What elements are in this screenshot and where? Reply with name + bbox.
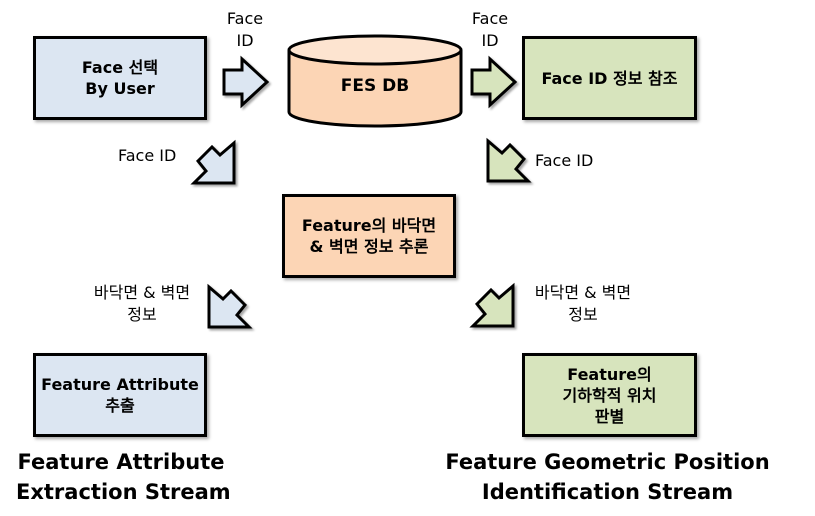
label-face-id-mid-right: Face ID [535,150,593,172]
arrow-right-to-ref [470,55,518,109]
geo-position-line-3: 판별 [594,406,625,426]
face-select-line-1: Face 선택 [81,58,159,77]
label-face-id-mid-left: Face ID [118,145,176,167]
stream-title-line: Feature Geometric Position [445,450,770,474]
attr-extract-line-2: 추출 [105,396,135,415]
infer-line-1: Feature의 바닥면 [301,216,437,235]
arrow-down-left-shape [486,137,532,183]
label-line: 정보 [568,305,598,324]
stream-title-line: Extraction Stream [16,480,231,504]
stream-title-right: Feature Geometric Position Identificatio… [440,447,775,507]
label-floor-wall-right: 바닥면 & 벽면 정보 [523,282,643,326]
label-line: ID [481,31,499,50]
arrow-down-left-to-infer [486,137,532,183]
label-line: Face ID [118,146,177,165]
stream-title-left: Feature Attribute Extraction Stream [16,447,231,507]
label-line: 바닥면 & 벽면 [534,283,632,302]
face-id-ref-line-1: Face ID 정보 참조 [541,68,678,88]
geo-position-box: Feature의 기하학적 위치 판별 [522,353,697,437]
stream-title-line: Feature Attribute [17,450,225,474]
infer-line-2: & 벽면 정보 추론 [309,237,429,256]
label-line: Face [471,9,509,28]
attr-extract-box: Feature Attribute 추출 [33,353,207,437]
face-id-ref-box: Face ID 정보 참조 [522,36,697,120]
arrow-down-left-attr-shape [207,283,253,329]
label-line: Face ID [535,151,594,170]
label-floor-wall-left: 바닥면 & 벽면 정보 [82,282,202,326]
arrow-right-to-ref-shape [470,55,518,109]
face-select-line-2: By User [85,79,155,98]
stream-title-line: Identification Stream [481,480,734,504]
geo-position-line-1: Feature의 [567,364,652,384]
arrow-right-to-db [222,55,270,109]
arrow-down-right-shape [190,139,236,185]
label-line: ID [236,31,254,50]
arrow-down-right-to-infer [190,139,236,185]
face-select-box: Face 선택 By User [33,36,207,120]
arrow-down-right-to-geo [469,282,515,328]
arrow-down-left-to-attr [207,283,253,329]
cylinder-top [287,34,463,66]
arrow-right-to-db-shape [222,55,270,109]
arrow-down-right-geo-shape [469,282,515,328]
fes-db-label: FES DB [340,76,410,96]
infer-box: Feature의 바닥면 & 벽면 정보 추론 [282,194,456,278]
label-line: 정보 [127,305,157,324]
attr-extract-line-1: Feature Attribute [41,375,199,394]
label-face-id-top-left: Face ID [220,8,270,52]
label-face-id-top-right: Face ID [465,8,515,52]
label-line: Face [226,9,264,28]
geo-position-line-2: 기하학적 위치 [562,385,657,405]
label-line: 바닥면 & 벽면 [93,283,191,302]
